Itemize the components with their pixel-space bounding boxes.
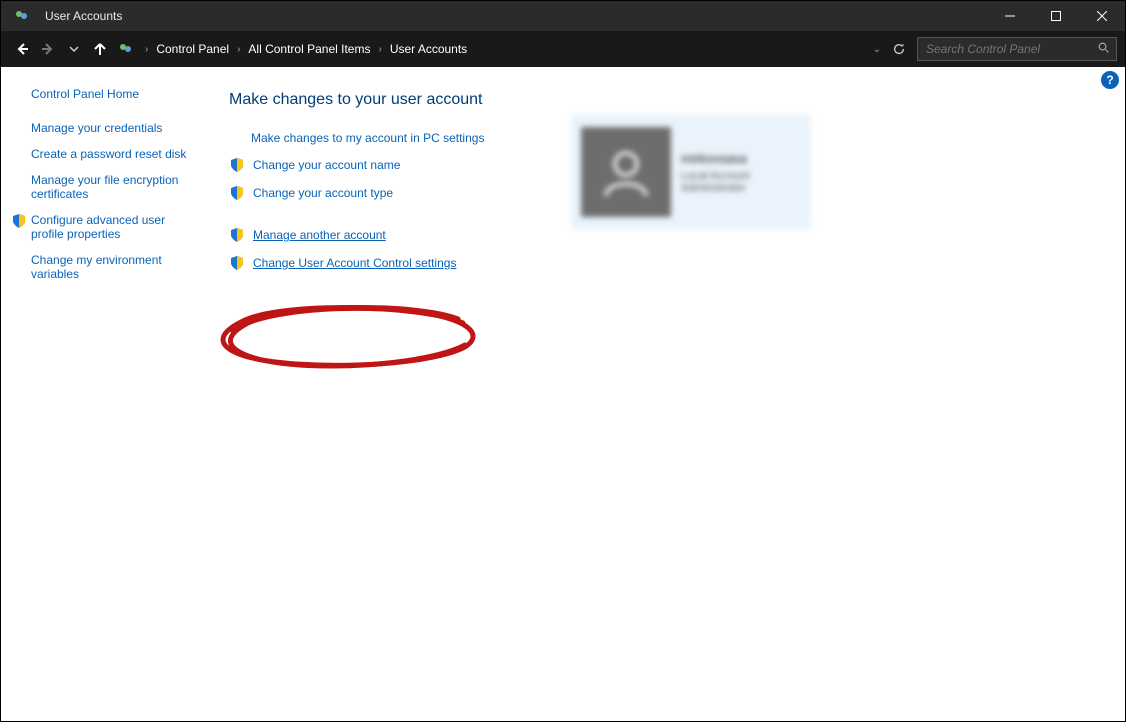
action-link[interactable]: Change your account type: [253, 186, 393, 200]
content-area: ? Control Panel Home Manage your credent…: [1, 67, 1125, 721]
action-link[interactable]: Change your account name: [253, 158, 400, 172]
recent-dropdown-button[interactable]: [61, 35, 87, 63]
user-role: Administrator: [681, 182, 750, 194]
breadcrumb: › Control Panel › All Control Panel Item…: [141, 35, 471, 63]
sidebar: Control Panel Home Manage your credentia…: [1, 67, 209, 721]
sidebar-item-file-encryption-certs: Manage your file encryption certificates: [31, 173, 195, 201]
sidebar-item-advanced-profile: Configure advanced user profile properti…: [31, 213, 195, 241]
shield-icon: [229, 227, 245, 243]
sidebar-item-manage-credentials: Manage your credentials: [31, 121, 195, 135]
main-panel: Make changes to your user account Make c…: [209, 67, 1125, 721]
forward-button[interactable]: [35, 35, 61, 63]
chevron-right-icon: ›: [374, 44, 385, 55]
back-button[interactable]: [9, 35, 35, 63]
action-change-uac-settings: Change User Account Control settings: [229, 255, 1105, 271]
sidebar-item-password-reset-disk: Create a password reset disk: [31, 147, 195, 161]
search-icon[interactable]: [1098, 42, 1110, 57]
chevron-right-icon: ›: [233, 44, 244, 55]
navigation-bar: › Control Panel › All Control Panel Item…: [1, 31, 1125, 67]
action-manage-another-account: Manage another account: [229, 227, 1105, 243]
chevron-right-icon: ›: [141, 44, 152, 55]
breadcrumb-item[interactable]: User Accounts: [386, 42, 471, 56]
refresh-button[interactable]: [887, 37, 911, 61]
window: User Accounts: [0, 0, 1126, 722]
sidebar-item-label[interactable]: Configure advanced user profile properti…: [31, 213, 195, 241]
address-dropdown-button[interactable]: ⌄: [873, 44, 881, 55]
up-button[interactable]: [87, 35, 113, 63]
user-name: mirkovsasa: [681, 151, 750, 166]
action-link[interactable]: Manage another account: [253, 228, 386, 242]
shield-icon: [11, 213, 27, 232]
sidebar-item-label[interactable]: Manage your file encryption certificates: [31, 173, 195, 201]
sidebar-item-label[interactable]: Create a password reset disk: [31, 147, 186, 161]
window-title: User Accounts: [45, 9, 122, 23]
page-heading: Make changes to your user account: [229, 91, 1105, 109]
breadcrumb-item[interactable]: Control Panel: [152, 42, 233, 56]
window-system-buttons: [987, 1, 1125, 31]
action-link[interactable]: Make changes to my account in PC setting…: [251, 131, 484, 145]
sidebar-item-label[interactable]: Change my environment variables: [31, 253, 195, 281]
shield-icon: [229, 185, 245, 201]
avatar: [581, 127, 671, 217]
titlebar: User Accounts: [1, 1, 1125, 31]
app-icon: [13, 7, 31, 25]
maximize-button[interactable]: [1033, 1, 1079, 31]
user-info: mirkovsasa Local Account Administrator: [681, 151, 750, 194]
control-panel-home-link[interactable]: Control Panel Home: [31, 87, 195, 101]
user-account-type: Local Account: [681, 170, 750, 182]
minimize-button[interactable]: [987, 1, 1033, 31]
user-card: mirkovsasa Local Account Administrator: [571, 115, 811, 229]
action-group-2: Manage another account Change User Accou…: [229, 227, 1105, 271]
action-link[interactable]: Change User Account Control settings: [253, 256, 456, 270]
breadcrumb-icon: [117, 40, 135, 58]
sidebar-item-label[interactable]: Manage your credentials: [31, 121, 162, 135]
shield-icon: [229, 157, 245, 173]
search-input[interactable]: [924, 41, 1092, 57]
shield-icon: [229, 255, 245, 271]
sidebar-item-env-variables: Change my environment variables: [31, 253, 195, 281]
breadcrumb-item[interactable]: All Control Panel Items: [244, 42, 374, 56]
close-button[interactable]: [1079, 1, 1125, 31]
search-box[interactable]: [917, 37, 1117, 61]
